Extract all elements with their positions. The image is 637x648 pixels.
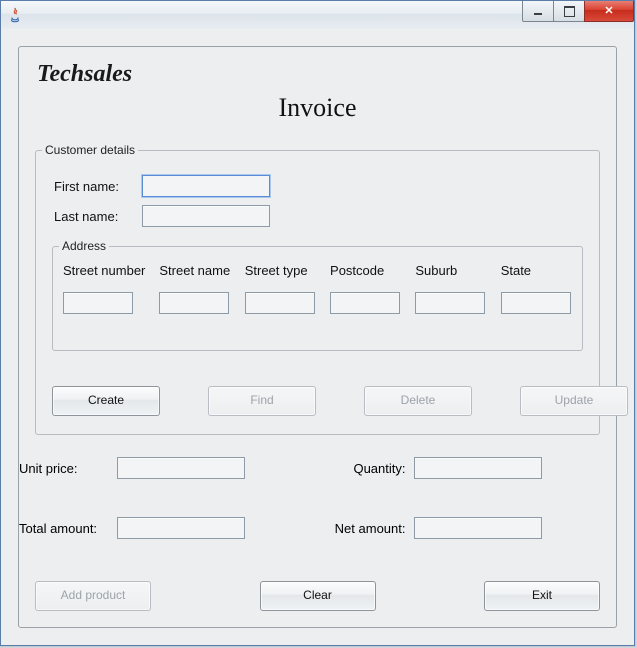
unit-price-input[interactable] [117,457,245,479]
address-legend: Address [59,239,109,253]
customer-fieldset: Customer details First name: Last name: … [35,143,600,435]
last-name-label: Last name: [54,209,132,224]
update-button[interactable]: Update [520,386,628,416]
total-amount-input[interactable] [117,517,245,539]
state-label: State [501,263,572,278]
unit-price-label: Unit price: [19,461,117,476]
street-number-input[interactable] [63,292,133,314]
suburb-label: Suburb [415,263,486,278]
clear-button[interactable]: Clear [260,581,376,611]
close-button[interactable]: ✕ [584,1,634,22]
client-area: Techsales Invoice Customer details First… [1,29,634,645]
customer-legend: Customer details [42,143,138,157]
maximize-button[interactable] [553,1,585,22]
first-name-input[interactable] [142,175,270,197]
add-product-button[interactable]: Add product [35,581,151,611]
net-amount-input[interactable] [414,517,542,539]
street-name-input[interactable] [159,292,229,314]
street-type-input[interactable] [245,292,315,314]
street-number-label: Street number [63,263,145,278]
postcode-label: Postcode [330,263,401,278]
minimize-button[interactable] [522,1,554,22]
app-window: ✕ Techsales Invoice Customer details Fir… [0,0,635,646]
street-name-label: Street name [159,263,230,278]
state-input[interactable] [501,292,571,314]
suburb-input[interactable] [415,292,485,314]
quantity-label: Quantity: [318,461,414,476]
last-name-input[interactable] [142,205,270,227]
exit-button[interactable]: Exit [484,581,600,611]
first-name-label: First name: [54,179,132,194]
java-icon [7,7,23,23]
net-amount-label: Net amount: [318,521,414,536]
page-title: Invoice [19,93,616,123]
main-panel: Techsales Invoice Customer details First… [18,46,617,628]
titlebar: ✕ [1,1,634,30]
postcode-input[interactable] [330,292,400,314]
create-button[interactable]: Create [52,386,160,416]
quantity-input[interactable] [414,457,542,479]
brand-title: Techsales [37,61,132,88]
delete-button[interactable]: Delete [364,386,472,416]
find-button[interactable]: Find [208,386,316,416]
total-amount-label: Total amount: [19,521,117,536]
address-fieldset: Address Street number Street name Street… [52,239,583,351]
street-type-label: Street type [245,263,316,278]
